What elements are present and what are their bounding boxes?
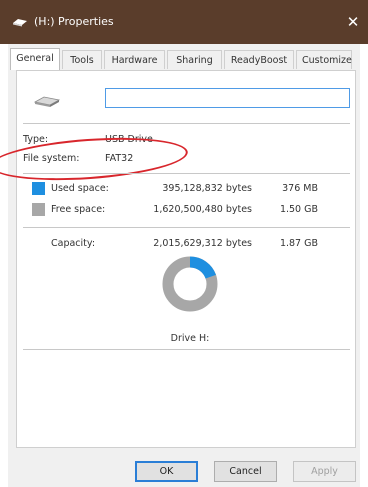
close-icon: ✕	[346, 13, 360, 31]
capacity-label: Capacity:	[51, 238, 96, 249]
used-space-size: 376 MB	[282, 183, 318, 194]
used-space-bytes: 395,128,832 bytes	[162, 183, 252, 194]
disk-usage-donut	[162, 256, 218, 312]
close-button[interactable]: ✕	[338, 8, 368, 36]
used-space-swatch	[32, 182, 45, 195]
separator	[23, 123, 350, 124]
window-title: (H:) Properties	[34, 15, 114, 28]
free-space-size: 1.50 GB	[279, 204, 318, 215]
separator	[23, 227, 350, 228]
drive-name-input[interactable]	[105, 88, 350, 108]
tab-general[interactable]: General	[10, 48, 60, 70]
capacity-bytes: 2,015,629,312 bytes	[153, 238, 252, 249]
used-space-label: Used space:	[51, 183, 109, 194]
free-space-swatch	[32, 203, 45, 216]
drive-letter-label: Drive H:	[170, 333, 210, 344]
tab-sharing[interactable]: Sharing	[167, 50, 222, 69]
title-bar: (H:) Properties ✕	[0, 0, 368, 44]
ok-button[interactable]: OK	[135, 461, 198, 482]
free-space-bytes: 1,620,500,480 bytes	[153, 204, 252, 215]
cancel-button[interactable]: Cancel	[214, 461, 277, 482]
tab-readyboost[interactable]: ReadyBoost	[224, 50, 294, 69]
tab-tools[interactable]: Tools	[62, 50, 102, 69]
drive-icon	[13, 19, 27, 27]
free-space-label: Free space:	[51, 204, 106, 215]
drive-icon	[34, 96, 60, 107]
tab-hardware[interactable]: Hardware	[104, 50, 165, 69]
separator	[23, 349, 350, 350]
capacity-size: 1.87 GB	[279, 238, 318, 249]
tab-customize[interactable]: Customize	[296, 50, 352, 69]
separator	[23, 173, 350, 174]
apply-button[interactable]: Apply	[293, 461, 356, 482]
